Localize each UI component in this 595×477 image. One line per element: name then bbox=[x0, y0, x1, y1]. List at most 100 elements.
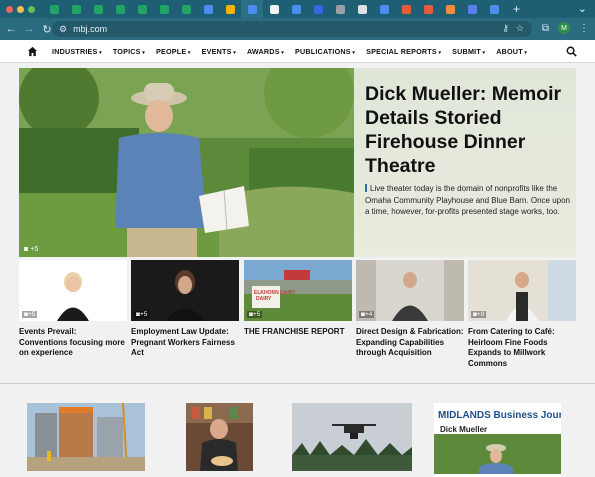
more-stories: MIDLANDS Business Journal Dick Mueller bbox=[0, 403, 595, 477]
browser-tab[interactable] bbox=[307, 0, 329, 18]
browser-tab[interactable] bbox=[241, 0, 263, 18]
note-icon bbox=[445, 4, 455, 14]
magazine-cover[interactable]: MIDLANDS Business Journal Dick Mueller bbox=[434, 403, 561, 477]
camera-icon: ◙ bbox=[24, 246, 29, 253]
masthead-tagline bbox=[434, 403, 561, 410]
browser-tab[interactable] bbox=[285, 0, 307, 18]
browser-tab[interactable] bbox=[351, 0, 373, 18]
close-window-button[interactable] bbox=[6, 5, 13, 13]
story-cards: ◙+5 Events Prevail: Conventions focusing … bbox=[19, 260, 576, 370]
featured-story[interactable]: ◙ +5 Dick Mueller: Memoir Details Storie… bbox=[19, 68, 576, 257]
doc-icon bbox=[269, 4, 279, 14]
browser-tab[interactable] bbox=[175, 0, 197, 18]
chevron-down-icon: ▾ bbox=[140, 49, 145, 56]
nav-item-special-reports[interactable]: SPECIAL REPORTS ▾ bbox=[366, 47, 441, 56]
story-card-image[interactable]: ◙+5 bbox=[131, 260, 239, 321]
browser-tab[interactable] bbox=[439, 0, 461, 18]
magazine-masthead: MIDLANDS Business Journal bbox=[438, 410, 561, 421]
nav-item-people[interactable]: PEOPLE ▾ bbox=[156, 47, 191, 56]
browser-tab[interactable] bbox=[197, 0, 219, 18]
sheets-icon bbox=[137, 4, 147, 14]
nav-item-submit[interactable]: SUBMIT ▾ bbox=[452, 47, 485, 56]
story-thumbnail[interactable] bbox=[292, 403, 412, 471]
nav-item-about[interactable]: ABOUT ▾ bbox=[496, 47, 527, 56]
browser-tab[interactable] bbox=[153, 0, 175, 18]
browser-tab[interactable] bbox=[373, 0, 395, 18]
nav-item-topics[interactable]: TOPICS ▾ bbox=[113, 47, 145, 56]
browser-tab[interactable] bbox=[395, 0, 417, 18]
browser-tab[interactable] bbox=[109, 0, 131, 18]
browser-tab[interactable] bbox=[461, 0, 483, 18]
browser-tab[interactable] bbox=[131, 0, 153, 18]
cursor-icon bbox=[313, 4, 323, 14]
globe-icon bbox=[247, 4, 257, 14]
story-card[interactable]: ◙+5 Events Prevail: Conventions focusing … bbox=[19, 260, 127, 359]
accent-bar bbox=[365, 184, 367, 192]
sheets-icon bbox=[181, 4, 191, 14]
story-thumbnail[interactable] bbox=[186, 403, 253, 471]
google-icon bbox=[379, 4, 389, 14]
photo-count-badge: ◙ +5 bbox=[24, 246, 39, 253]
main-content: ◙ +5 Dick Mueller: Memoir Details Storie… bbox=[0, 63, 595, 477]
story-card-image[interactable]: ◙+5 bbox=[19, 260, 127, 321]
story-card[interactable]: ◙+8 From Catering to Café: Heirloom Fine … bbox=[468, 260, 576, 369]
chevron-down-icon: ▾ bbox=[231, 49, 236, 56]
svg-text:DAIRY: DAIRY bbox=[256, 296, 272, 302]
browser-menu-icon[interactable]: ⋮ bbox=[579, 23, 589, 34]
story-card-headline[interactable]: Events Prevail: Conventions focusing mor… bbox=[19, 327, 127, 359]
browser-tab[interactable] bbox=[43, 0, 65, 18]
back-icon[interactable]: ← bbox=[4, 23, 18, 35]
nav-item-industries[interactable]: INDUSTRIES ▾ bbox=[52, 47, 102, 56]
browser-tab[interactable] bbox=[483, 0, 505, 18]
photo-count-badge: ◙+5 bbox=[134, 311, 150, 318]
nav-item-events[interactable]: EVENTS ▾ bbox=[202, 47, 236, 56]
browser-tab[interactable] bbox=[329, 0, 351, 18]
story-card-headline[interactable]: From Catering to Café: Heirloom Fine Foo… bbox=[468, 327, 576, 369]
sheets-icon bbox=[115, 4, 125, 14]
chevron-down-icon: ▾ bbox=[522, 49, 528, 56]
story-card-headline[interactable]: Employment Law Update: Pregnant Workers … bbox=[131, 327, 239, 359]
bookmark-star-icon[interactable]: ☆ bbox=[516, 23, 524, 34]
shield-icon bbox=[489, 4, 499, 14]
story-thumbnail[interactable] bbox=[27, 403, 145, 471]
browser-tab[interactable] bbox=[219, 0, 241, 18]
story-card[interactable]: ELKHORN DAIRY DAIRY ◙+5 THE FRANCHISE REPOR… bbox=[244, 260, 352, 338]
address-bar[interactable]: ⚙ mbj.com ⚷ ☆ bbox=[52, 21, 532, 37]
story-card[interactable]: ◙+5 Employment Law Update: Pregnant Worke… bbox=[131, 260, 239, 359]
new-tab-button[interactable]: + bbox=[513, 2, 520, 16]
story-card-image[interactable]: ◙+8 bbox=[468, 260, 576, 321]
profile-avatar[interactable]: M bbox=[558, 22, 570, 34]
nav-item-awards[interactable]: AWARDS ▾ bbox=[247, 47, 284, 56]
browser-tab[interactable] bbox=[65, 0, 87, 18]
site-navigation: INDUSTRIES ▾ TOPICS ▾ PEOPLE ▾ EVENTS ▾ AWAR… bbox=[0, 40, 595, 63]
drive-icon bbox=[225, 4, 235, 14]
browser-tab[interactable] bbox=[87, 0, 109, 18]
home-icon[interactable] bbox=[27, 46, 38, 57]
browser-tab[interactable] bbox=[263, 0, 285, 18]
extensions-icon[interactable]: ⧉ bbox=[542, 23, 549, 34]
featured-story-headline[interactable]: Dick Mueller: Memoir Details Storied Fir… bbox=[365, 82, 570, 178]
featured-story-image[interactable]: ◙ +5 bbox=[19, 68, 354, 257]
calendar-icon bbox=[291, 4, 301, 14]
password-key-icon[interactable]: ⚷ bbox=[502, 23, 509, 34]
sheets-icon bbox=[71, 4, 81, 14]
chevron-down-icon: ▾ bbox=[350, 49, 356, 56]
maximize-window-button[interactable] bbox=[28, 5, 35, 13]
section-divider bbox=[0, 383, 595, 384]
url-text[interactable]: mbj.com bbox=[73, 24, 107, 34]
chevron-down-icon: ▾ bbox=[186, 49, 191, 56]
browser-tab[interactable] bbox=[417, 0, 439, 18]
nav-item-publications[interactable]: PUBLICATIONS ▾ bbox=[295, 47, 355, 56]
search-icon[interactable] bbox=[566, 46, 577, 57]
magazine-cover-headline: Dick Mueller bbox=[440, 425, 488, 434]
tab-search-button[interactable]: ⌄ bbox=[578, 2, 587, 15]
story-card-headline[interactable]: Direct Design & Fabrication: Expanding C… bbox=[356, 327, 464, 359]
minimize-window-button[interactable] bbox=[17, 5, 24, 13]
forward-icon[interactable]: → bbox=[22, 23, 36, 35]
story-card-image[interactable]: ◙+4 bbox=[356, 260, 464, 321]
story-card-image[interactable]: ELKHORN DAIRY DAIRY ◙+5 bbox=[244, 260, 352, 321]
featured-story-panel: Dick Mueller: Memoir Details Storied Fir… bbox=[354, 68, 576, 257]
story-card-headline[interactable]: THE FRANCHISE REPORT bbox=[244, 327, 352, 338]
story-card[interactable]: ◙+4 Direct Design & Fabrication: Expandin… bbox=[356, 260, 464, 359]
site-info-icon[interactable]: ⚙ bbox=[59, 24, 67, 35]
